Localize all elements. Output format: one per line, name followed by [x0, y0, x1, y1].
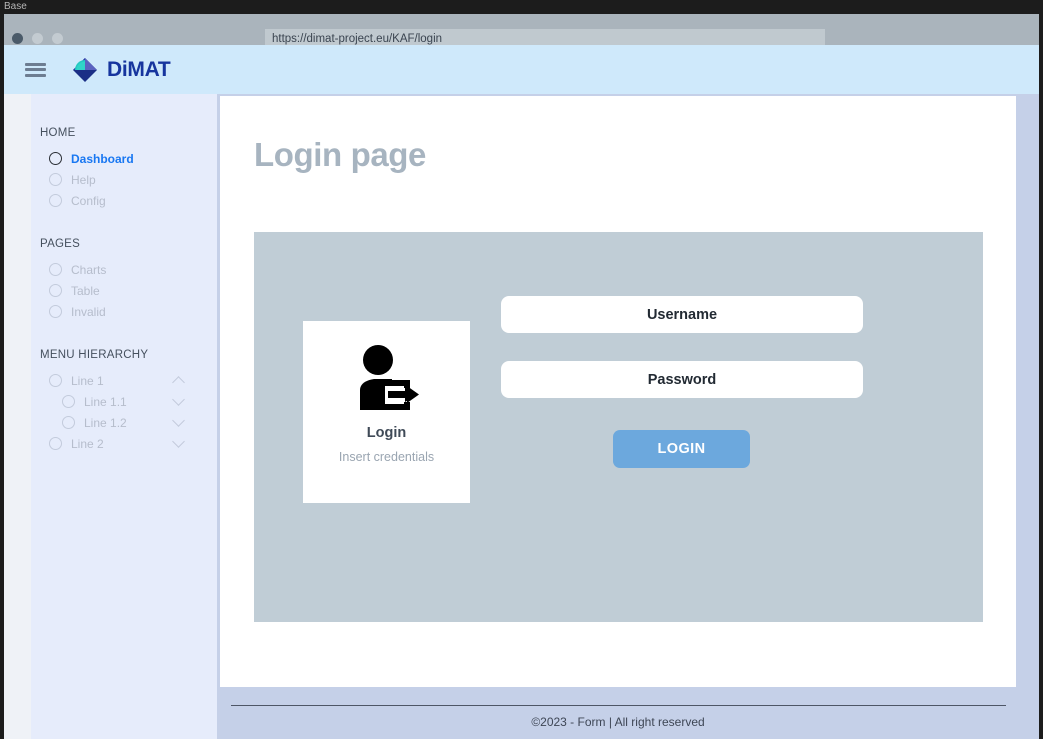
- hamburger-line: [25, 68, 46, 71]
- sidebar-item-label: Line 1: [71, 373, 104, 388]
- radio-icon: [49, 263, 62, 276]
- login-card-subtitle: Insert credentials: [338, 450, 435, 464]
- sidebar-group: PAGES Charts Table Invalid: [31, 238, 217, 322]
- dimat-diamond-icon: [73, 57, 97, 82]
- sidebar-item-line-1[interactable]: Line 1: [31, 370, 217, 391]
- left-rail: [4, 94, 31, 739]
- sidebar-item-label: Dashboard: [71, 151, 134, 166]
- sidebar-group: HOME Dashboard Help Config: [31, 127, 217, 211]
- login-info-card: Login Insert credentials: [303, 321, 470, 503]
- sidebar-section-title: MENU HIERARCHY: [40, 349, 149, 361]
- page-viewport: DiMAT HOME Dashboard Help Config PAGES Charts…: [4, 45, 1039, 739]
- sidebar-item-help[interactable]: Help: [31, 169, 217, 190]
- close-dot[interactable]: [12, 33, 23, 44]
- sidebar-item-label: Config: [71, 193, 106, 208]
- username-input[interactable]: [501, 296, 863, 333]
- footer-divider: [231, 705, 1006, 706]
- radio-icon: [49, 437, 62, 450]
- sidebar-item-label: Charts: [71, 262, 107, 277]
- login-card-title: Login: [366, 425, 407, 441]
- footer-copyright: ©2023 - Form | All right reserved: [531, 715, 705, 729]
- content-area: Login page Login Insert credentials User…: [217, 94, 1039, 739]
- brand-text: DiMAT: [107, 57, 171, 81]
- sidebar-item-label: Table: [71, 283, 100, 298]
- content-card: Login page Login Insert credentials User…: [220, 96, 1016, 687]
- sidebar-item-line-2[interactable]: Line 2: [31, 433, 217, 454]
- sidebar-item-dashboard[interactable]: Dashboard: [31, 148, 217, 169]
- radio-icon: [49, 173, 62, 186]
- radio-icon: [62, 395, 75, 408]
- brand-logo[interactable]: DiMAT: [72, 57, 171, 83]
- sidebar-item-label: Invalid: [71, 304, 106, 319]
- chevron-down-icon[interactable]: [172, 393, 185, 406]
- sidebar-item-config[interactable]: Config: [31, 190, 217, 211]
- chevron-up-icon[interactable]: [172, 376, 185, 389]
- sidebar-nav: HOME Dashboard Help Config PAGES Charts Table I…: [31, 94, 217, 739]
- sidebar-item-line-1-1[interactable]: Line 1.1: [31, 391, 217, 412]
- os-window-title: Base: [0, 0, 1043, 14]
- sidebar-section-title: HOME: [40, 127, 76, 139]
- password-input[interactable]: [501, 361, 863, 398]
- sidebar-item-table[interactable]: Table: [31, 280, 217, 301]
- browser-chrome: https://dimat-project.eu/KAF/login: [4, 14, 1039, 49]
- sidebar-item-label: Line 2: [71, 436, 104, 451]
- sidebar-item-charts[interactable]: Charts: [31, 259, 217, 280]
- page-title: Login page: [254, 136, 426, 173]
- sidebar-group: MENU HIERARCHY Line 1 Line 1.1 Line 1.2 Line…: [31, 349, 217, 454]
- sidebar-item-label: Line 1.1: [84, 394, 127, 409]
- radio-icon: [49, 284, 62, 297]
- login-form-panel: Login Insert credentials LOGIN: [254, 232, 983, 622]
- maximize-dot[interactable]: [52, 33, 63, 44]
- sidebar-section-title: PAGES: [40, 238, 81, 250]
- chevron-down-icon[interactable]: [172, 435, 185, 448]
- radio-icon: [62, 416, 75, 429]
- hamburger-line: [25, 73, 46, 77]
- sidebar-item-invalid[interactable]: Invalid: [31, 301, 217, 322]
- user-sign-in-icon: [359, 345, 419, 410]
- sidebar-item-line-1-2[interactable]: Line 1.2: [31, 412, 217, 433]
- radio-icon: [49, 152, 62, 165]
- sidebar-item-label: Help: [71, 172, 96, 187]
- page-footer: ©2023 - Form | All right reserved: [220, 687, 1016, 739]
- hamburger-icon[interactable]: [25, 62, 46, 77]
- sidebar-item-label: Line 1.2: [84, 415, 127, 430]
- minimize-dot[interactable]: [32, 33, 43, 44]
- radio-icon: [49, 305, 62, 318]
- radio-icon: [49, 374, 62, 387]
- hamburger-line: [25, 62, 46, 66]
- login-submit-button[interactable]: LOGIN: [613, 430, 750, 468]
- radio-icon: [49, 194, 62, 207]
- chevron-down-icon[interactable]: [172, 414, 185, 427]
- app-header: DiMAT: [4, 45, 1039, 94]
- window-controls[interactable]: [12, 33, 63, 44]
